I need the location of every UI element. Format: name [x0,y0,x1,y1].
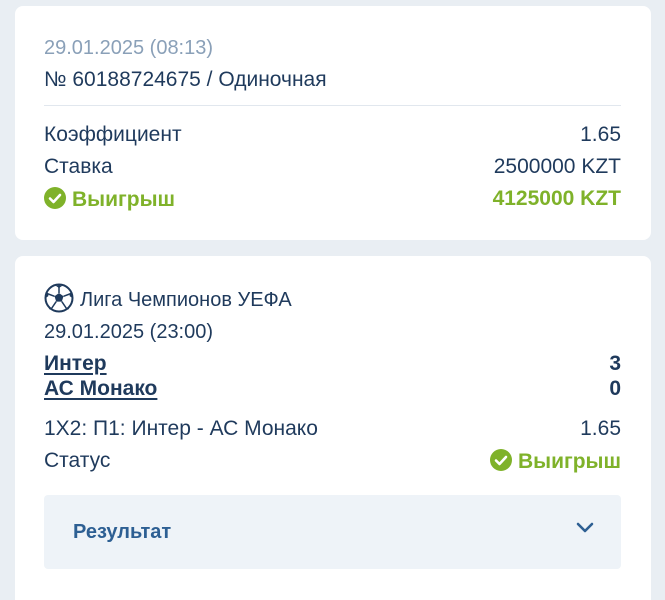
status-value-label: Выигрыш [517,450,621,473]
market-odds: 1.65 [580,417,621,440]
team-away-score: 0 [609,377,621,400]
status-value: Выигрыш [489,449,621,474]
stake-label: Ставка [44,155,113,178]
check-circle-icon [489,449,512,471]
divider [44,105,621,106]
odds-label: Коэффициент [44,123,182,146]
bet-summary-card: 29.01.2025 (08:13) № 60188724675 / Одино… [15,6,651,240]
win-amount: 4125000 KZT [492,187,621,210]
team-home-link[interactable]: Интер [44,352,107,376]
team-away-link[interactable]: АС Монако [44,377,157,401]
result-accordion[interactable]: Результат [44,495,621,569]
odds-value: 1.65 [580,123,621,146]
market-label: 1X2: П1: Интер - АС Монако [44,417,318,440]
check-circle-icon [44,187,66,209]
stake-value: 2500000 KZT [493,155,621,178]
win-label: Выигрыш [72,188,176,211]
event-datetime: 29.01.2025 (23:00) [44,321,214,343]
bet-datetime: 29.01.2025 (08:13) [44,37,214,59]
league-name: Лига Чемпионов УЕФА [80,289,292,311]
chevron-down-icon [576,522,594,533]
bet-number: № 60188724675 / Одиночная [44,68,327,91]
team-home-score: 3 [609,352,621,375]
soccer-ball-icon [44,283,74,313]
result-accordion-label: Результат [73,521,172,543]
event-card: Лига Чемпионов УЕФА 29.01.2025 (23:00) И… [15,256,651,600]
league-row: Лига Чемпионов УЕФА [44,283,292,313]
win-status: Выигрыш [44,187,175,212]
status-label: Статус [44,449,111,472]
